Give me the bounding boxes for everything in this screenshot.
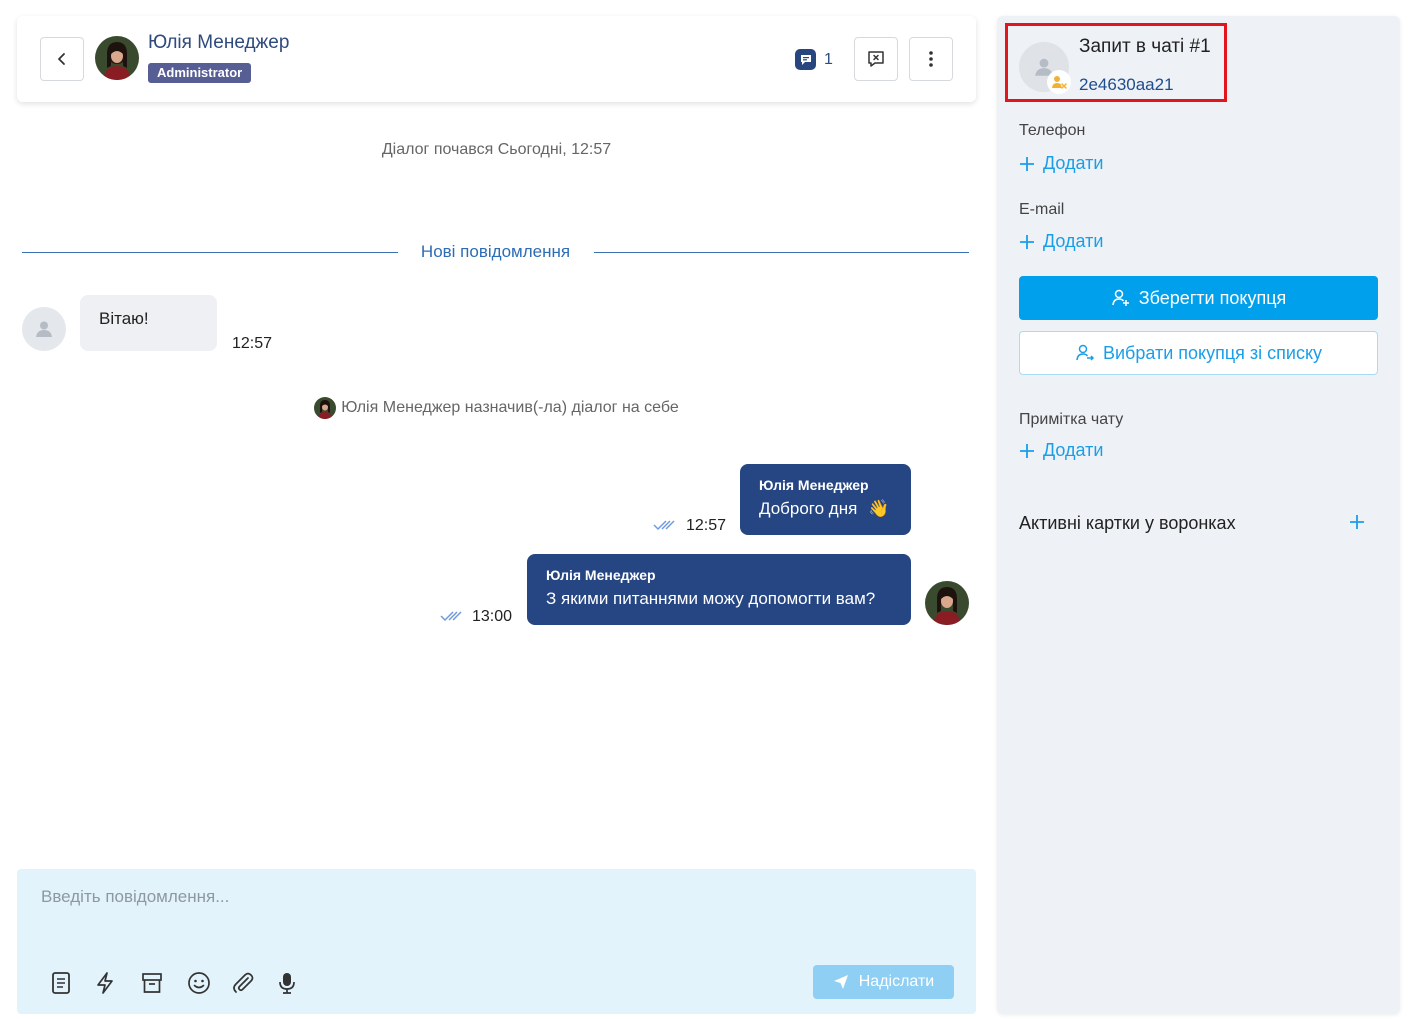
add-phone-label: Додати	[1043, 153, 1104, 173]
manager-name[interactable]: Юлія Менеджер	[148, 32, 289, 54]
message-author: Юлія Менеджер	[546, 567, 656, 583]
products-button[interactable]	[138, 969, 166, 997]
manager-avatar	[95, 36, 139, 80]
user-x-icon	[1052, 76, 1067, 89]
chat-header: Юлія Менеджер Administrator 1	[17, 16, 976, 102]
new-messages-divider: Нові повідомлення	[22, 242, 969, 264]
phone-label: Телефон	[1019, 122, 1086, 139]
incoming-message-text: Вітаю!	[99, 309, 149, 328]
request-id: 2e4630aa21	[1079, 75, 1174, 94]
assign-notice-text: Юлія Менеджер назначив(-ла) діалог на се…	[341, 399, 679, 416]
add-funnel-card-icon[interactable]	[1347, 512, 1367, 532]
user-icon	[36, 321, 52, 337]
message-count: 1	[824, 50, 833, 68]
message-input-placeholder[interactable]: Введіть повідомлення...	[41, 887, 229, 907]
add-email-button[interactable]: Додати	[1019, 231, 1103, 252]
outgoing-message-time: 12:57	[686, 517, 727, 534]
send-button[interactable]: Надіслати	[813, 965, 954, 999]
smile-icon	[188, 972, 210, 994]
microphone-icon	[279, 973, 295, 994]
add-note-button[interactable]: Додати	[1019, 440, 1103, 461]
close-chat-icon	[868, 51, 884, 67]
waving-hand-emoji: 👋	[868, 499, 890, 518]
chat-bubble-icon	[795, 49, 816, 70]
outgoing-message: Юлія Менеджер З якими питаннями можу доп…	[527, 554, 911, 625]
email-label: E-mail	[1019, 201, 1065, 218]
guest-avatar	[22, 307, 66, 351]
role-badge: Administrator	[148, 63, 252, 83]
incoming-message: Вітаю!	[80, 295, 217, 351]
customer-panel: Запит в чаті #1 2e4630aa21 Телефон Додат…	[997, 16, 1400, 1014]
incoming-message-time: 12:57	[232, 335, 273, 352]
message-text: Доброго дня	[759, 499, 858, 518]
add-phone-button[interactable]: Додати	[1019, 153, 1103, 174]
user-arrow-icon	[1076, 344, 1095, 361]
dialog-started-notice: Діалог почався Сьогодні, 12:57	[381, 141, 612, 158]
lightning-icon	[97, 972, 113, 994]
outgoing-message-text: Доброго дня 👋	[759, 499, 892, 519]
templates-button[interactable]	[47, 969, 75, 997]
chat-note-label: Примітка чату	[1019, 411, 1124, 428]
outgoing-message-text: З якими питаннями можу допомогти вам?	[546, 589, 876, 608]
emoji-button[interactable]	[185, 969, 213, 997]
chevron-left-icon	[58, 53, 65, 65]
plus-icon	[1020, 156, 1034, 171]
outgoing-message: Юлія Менеджер Доброго дня 👋	[740, 464, 911, 535]
plus-icon	[1020, 234, 1034, 249]
manager-small-avatar	[314, 397, 337, 419]
choose-customer-label: Вибрати покупця зі списку	[1102, 342, 1323, 363]
add-email-label: Додати	[1043, 231, 1104, 251]
add-note-label: Додати	[1043, 440, 1104, 460]
send-button-label: Надіслати	[858, 973, 935, 990]
quick-actions-button[interactable]	[91, 969, 119, 997]
assign-notice: Юлія Менеджер назначив(-ла) діалог на се…	[17, 397, 976, 419]
choose-customer-button[interactable]: Вибрати покупця зі списку	[1019, 331, 1378, 375]
message-counter: 1	[795, 49, 833, 70]
close-dialog-button[interactable]	[854, 37, 898, 81]
voice-message-button[interactable]	[273, 969, 301, 997]
more-vertical-icon	[929, 51, 933, 67]
unknown-user-badge	[1047, 70, 1071, 94]
message-composer[interactable]: Введіть повідомлення... Надіслати	[17, 869, 976, 1014]
active-funnel-cards-title: Активні картки у воронках	[1019, 513, 1236, 533]
paperclip-icon	[233, 972, 254, 993]
outgoing-message-time: 13:00	[472, 608, 513, 625]
manager-message-avatar	[925, 581, 969, 625]
attach-file-button[interactable]	[229, 969, 257, 997]
request-title: Запит в чаті #1	[1079, 36, 1211, 57]
save-customer-button[interactable]: Зберегти покупця	[1019, 276, 1378, 320]
plus-icon	[1020, 443, 1034, 458]
new-messages-label: Нові повідомлення	[420, 242, 571, 261]
user-plus-icon	[1111, 289, 1129, 306]
document-icon	[52, 972, 70, 994]
save-customer-label: Зберегти покупця	[1138, 287, 1287, 308]
box-icon	[142, 973, 162, 993]
back-button[interactable]	[40, 37, 84, 81]
double-check-icon	[653, 520, 675, 531]
double-check-icon	[440, 611, 462, 622]
paper-plane-icon	[833, 975, 848, 989]
more-options-button[interactable]	[909, 37, 953, 81]
message-author: Юлія Менеджер	[759, 477, 869, 493]
